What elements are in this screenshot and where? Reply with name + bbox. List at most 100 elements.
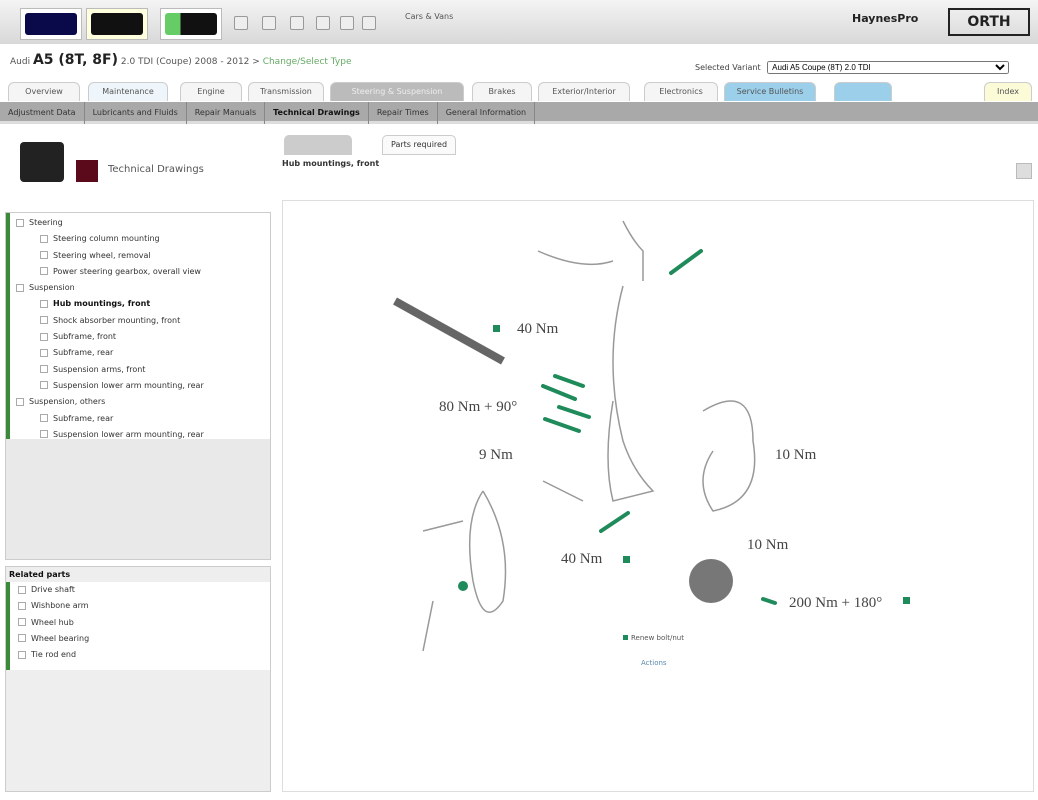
checkbox[interactable]	[40, 348, 48, 357]
toolbar-icon[interactable]	[234, 16, 248, 30]
related-part-item[interactable]: Wheel hub	[18, 615, 270, 631]
torque-label: 9 Nm	[479, 447, 513, 463]
tree-item[interactable]: Subframe, front	[10, 329, 270, 345]
tab-service-bulletins[interactable]: Service Bulletins	[724, 82, 816, 101]
torque-label: 40 Nm	[561, 551, 603, 567]
orth-logo: ORTH	[948, 8, 1030, 36]
tree-item[interactable]: Power steering gearbox, overall view	[10, 264, 270, 280]
haynespro-logo: HaynesPro	[852, 12, 919, 25]
tree-group[interactable]: Steering	[10, 215, 270, 231]
tab-drawing[interactable]: Drawing	[284, 135, 352, 155]
edit-icon[interactable]	[362, 16, 376, 30]
checkbox[interactable]	[40, 365, 48, 374]
related-part-item[interactable]: Wishbone arm	[18, 598, 270, 614]
tree-item-label: Steering column mounting	[53, 234, 160, 244]
app-button-2[interactable]	[86, 8, 148, 40]
tree-item-label: Suspension lower arm mounting, rear	[53, 380, 204, 390]
related-part-item[interactable]: Tie rod end	[18, 647, 270, 663]
tree-item-label: Steering	[29, 218, 63, 227]
tree-group[interactable]: Suspension	[10, 280, 270, 296]
hub-mounting-diagram: 40 Nm 80 Nm + 90° 9 Nm 10 Nm 10 Nm 40 Nm…	[393, 220, 910, 667]
tab-overview[interactable]: Overview	[8, 82, 80, 101]
related-part-label: Wheel bearing	[31, 633, 90, 643]
checkbox[interactable]	[40, 332, 48, 341]
tab-electronics[interactable]: Electronics	[644, 82, 718, 101]
app-button-1[interactable]	[20, 8, 82, 40]
torque-label: 10 Nm	[775, 447, 817, 463]
section-title: Technical Drawings	[108, 164, 204, 175]
tree-item[interactable]: Subframe, rear	[10, 411, 270, 427]
subtab-repair-times[interactable]: Repair Times	[369, 102, 438, 124]
torque-label: 200 Nm + 180°	[789, 595, 882, 611]
help-icon[interactable]	[340, 16, 354, 30]
checkbox[interactable]	[18, 650, 26, 659]
variant-select[interactable]: Audi A5 Coupe (8T) 2.0 TDI	[767, 61, 1010, 74]
vehicle-model: A5 (8T, 8F)	[32, 52, 118, 68]
subtab-adjustment-data[interactable]: Adjustment Data	[0, 102, 85, 124]
checkbox[interactable]	[40, 414, 48, 423]
drawing-icon	[76, 160, 98, 182]
torque-label: 40 Nm	[517, 321, 559, 337]
legend-renew: Renew bolt/nut	[631, 634, 684, 642]
related-part-item[interactable]: Drive shaft	[18, 582, 270, 598]
tree-item-label: Subframe, front	[53, 332, 117, 342]
tree-item-label: Shock absorber mounting, front	[53, 315, 181, 325]
tab-steering-suspension[interactable]: Steering & Suspension	[330, 82, 464, 101]
vehicle-make: Audi	[10, 57, 31, 67]
tab-index[interactable]: Index	[984, 82, 1032, 101]
checkbox[interactable]	[40, 234, 48, 243]
technical-drawing: 40 Nm 80 Nm + 90° 9 Nm 10 Nm 10 Nm 40 Nm…	[282, 200, 1034, 792]
tab-brakes[interactable]: Brakes	[472, 82, 532, 101]
tree-item[interactable]: Suspension lower arm mounting, rear	[10, 378, 270, 394]
subtab-repair-manuals[interactable]: Repair Manuals	[187, 102, 266, 124]
tab-maintenance[interactable]: Maintenance	[88, 82, 168, 101]
tab-parts-required[interactable]: Parts required	[382, 135, 457, 155]
tab-engine[interactable]: Engine	[180, 82, 242, 101]
checkbox[interactable]	[40, 267, 48, 276]
tree-item-label: Suspension, others	[29, 397, 106, 407]
related-part-label: Wishbone arm	[31, 601, 89, 611]
checkbox[interactable]	[16, 283, 24, 292]
left-pane: Technical Drawings Steering Steering colu…	[0, 128, 272, 792]
tree-item-label: Suspension lower arm mounting, rear	[53, 429, 204, 439]
subtab-lubricants[interactable]: Lubricants and Fluids	[85, 102, 187, 124]
checkbox[interactable]	[40, 381, 48, 390]
subtab-technical-drawings[interactable]: Technical Drawings	[265, 102, 369, 124]
tree-item[interactable]: Shock absorber mounting, front	[10, 313, 270, 329]
related-part-label: Tie rod end	[31, 650, 77, 660]
tree-item[interactable]: Steering column mounting	[10, 231, 270, 247]
tree-item[interactable]: Suspension lower arm mounting, rear	[10, 427, 270, 443]
actions-link[interactable]: Actions	[641, 659, 667, 667]
print-icon[interactable]	[290, 16, 304, 30]
app-button-3[interactable]	[160, 8, 222, 40]
tree-item[interactable]: Subframe, rear	[10, 345, 270, 361]
tree-group[interactable]: Suspension, others	[10, 394, 270, 410]
change-type-link[interactable]: Change/Select Type	[263, 57, 352, 67]
checkbox[interactable]	[18, 601, 26, 610]
tree-item[interactable]: Suspension arms, front	[10, 362, 270, 378]
checkbox[interactable]	[40, 316, 48, 325]
subtab-general-information[interactable]: General Information	[438, 102, 536, 124]
checkbox[interactable]	[18, 634, 26, 643]
tree-item[interactable]: Hub mountings, front	[10, 296, 270, 312]
tree-item[interactable]: Steering wheel, removal	[10, 248, 270, 264]
checkbox[interactable]	[18, 618, 26, 627]
link-icon[interactable]	[316, 16, 330, 30]
checkbox[interactable]	[40, 430, 48, 439]
main-tabs: Overview Maintenance Engine Transmission…	[8, 82, 1038, 102]
print-drawing-icon[interactable]	[1016, 163, 1032, 179]
checkbox[interactable]	[16, 218, 24, 227]
checkbox[interactable]	[18, 585, 26, 594]
tab-exterior-interior[interactable]: Exterior/Interior	[538, 82, 630, 101]
checkbox[interactable]	[40, 299, 48, 308]
vehicle-type-selector[interactable]: Cars & Vans	[405, 12, 453, 21]
tab-extra[interactable]	[834, 82, 892, 101]
checkbox[interactable]	[40, 251, 48, 260]
checkbox[interactable]	[16, 397, 24, 406]
home-icon[interactable]	[262, 16, 276, 30]
related-parts-title: Related parts	[9, 570, 71, 579]
tab-transmission[interactable]: Transmission	[248, 82, 324, 101]
related-parts-panel: Related parts Drive shaft Wishbone arm Whe…	[5, 566, 271, 792]
drawing-tree: Steering Steering column mounting Steering…	[5, 212, 271, 560]
related-part-item[interactable]: Wheel bearing	[18, 631, 270, 647]
